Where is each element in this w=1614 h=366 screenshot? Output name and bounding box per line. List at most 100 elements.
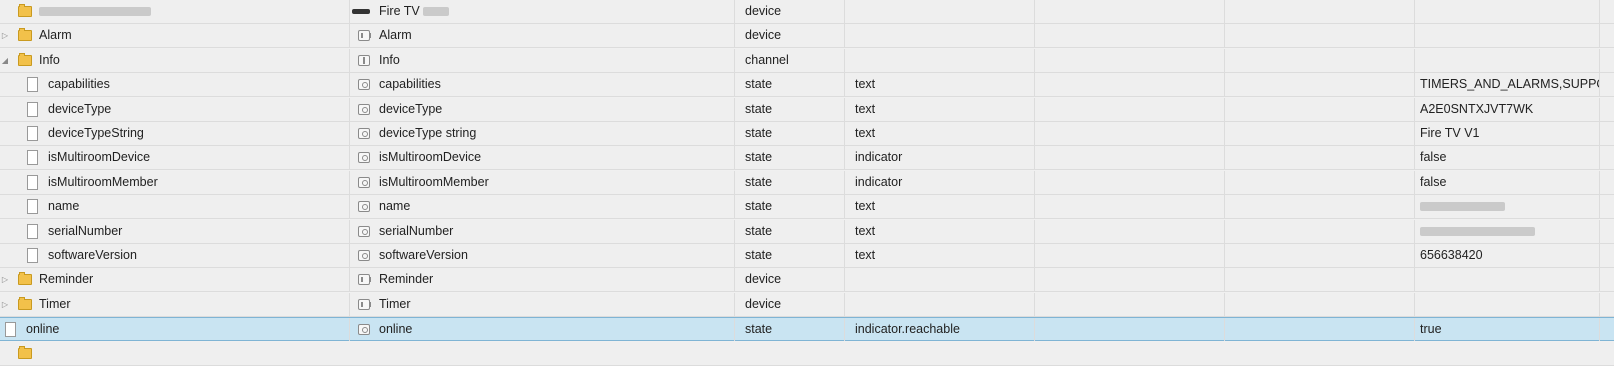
scroll-gutter (1600, 24, 1614, 47)
role-cell (845, 268, 1035, 291)
tree-row[interactable] (0, 342, 1614, 366)
state-type-icon (358, 104, 370, 115)
value-cell[interactable] (1415, 49, 1600, 72)
object-name-text: name (379, 199, 411, 213)
value-cell[interactable]: false (1415, 171, 1600, 194)
room-cell (1035, 171, 1225, 194)
tree-row[interactable]: ◢ Info Info channel (0, 49, 1614, 73)
value-cell[interactable]: 656638420 (1415, 244, 1600, 267)
function-cell (1225, 195, 1415, 218)
room-cell (1035, 122, 1225, 145)
object-name-label: isMultiroomMember (379, 171, 489, 194)
object-name-text: isMultiroomDevice (379, 150, 482, 164)
device-type-icon (358, 30, 371, 41)
object-name-text: Timer (379, 297, 411, 311)
title-cell: capabilities (0, 73, 735, 96)
tree-row[interactable]: ▷ Reminder Reminder device (0, 268, 1614, 292)
room-cell (1035, 98, 1225, 121)
object-name-text: Fire TV (379, 4, 420, 18)
value-cell[interactable]: A2E0SNTXJVT7WK (1415, 98, 1600, 121)
tree-row[interactable]: softwareVersion softwareVersion state text 6… (0, 244, 1614, 268)
type-cell: device (735, 293, 845, 316)
object-name-text: online (379, 322, 413, 336)
value-cell[interactable] (1415, 0, 1600, 23)
tree-row[interactable]: capabilities capabilities state text TIMERS_… (0, 73, 1614, 97)
object-name-label: Reminder (379, 268, 433, 291)
device-type-icon (358, 274, 371, 285)
tree-row[interactable]: deviceTypeString deviceType string state te… (0, 122, 1614, 146)
object-name-text: isMultiroomMember (379, 175, 489, 189)
state-type-icon (358, 226, 370, 237)
tree-row[interactable]: Fire TV device (0, 0, 1614, 24)
role-cell: text (845, 220, 1035, 243)
role-cell: text (845, 122, 1035, 145)
title-cell: Fire TV (0, 0, 735, 23)
title-cell: online (0, 318, 735, 341)
tree-row[interactable]: ▷ Timer Timer device (0, 293, 1614, 317)
tree-row[interactable]: serialNumber serialNumber state text (0, 220, 1614, 244)
function-cell (1225, 122, 1415, 145)
tree-row[interactable]: name name state text (0, 195, 1614, 219)
object-name-label: deviceType string (379, 122, 476, 145)
value-cell[interactable]: TIMERS_AND_ALARMS,SUPPOR (1415, 73, 1600, 96)
title-cell: name (0, 195, 735, 218)
value-cell[interactable]: false (1415, 146, 1600, 169)
scroll-gutter (1600, 244, 1614, 267)
value-cell[interactable] (1415, 293, 1600, 316)
function-cell (1225, 73, 1415, 96)
type-cell: state (735, 122, 845, 145)
type-cell: state (735, 171, 845, 194)
state-type-icon (358, 324, 370, 335)
value-cell[interactable] (1415, 24, 1600, 47)
type-cell: state (735, 244, 845, 267)
object-name-label: online (379, 318, 412, 341)
scroll-gutter (1600, 49, 1614, 72)
room-cell (1035, 293, 1225, 316)
title-cell: Info (0, 49, 735, 72)
scroll-gutter (1600, 146, 1614, 169)
room-cell (1035, 146, 1225, 169)
room-cell (1035, 0, 1225, 23)
tree-row[interactable]: isMultiroomMember isMultiroomMember state i… (0, 171, 1614, 195)
state-type-icon (358, 128, 370, 139)
tree-row[interactable]: ▷ Alarm Alarm device (0, 24, 1614, 48)
value-cell[interactable]: Fire TV V1 (1415, 122, 1600, 145)
role-cell (845, 49, 1035, 72)
state-type-icon (358, 201, 370, 212)
function-cell (1225, 318, 1415, 341)
tree-row[interactable]: isMultiroomDevice isMultiroomDevice state i… (0, 146, 1614, 170)
value-cell[interactable]: true (1415, 318, 1600, 341)
role-cell: indicator (845, 171, 1035, 194)
value-cell[interactable] (1415, 195, 1600, 218)
type-cell: device (735, 0, 845, 23)
object-tree-grid: Fire TV device ▷ Alarm Alarm device ◢ Info Info… (0, 0, 1614, 366)
room-cell (1035, 318, 1225, 341)
function-cell (1225, 220, 1415, 243)
title-cell: isMultiroomDevice (0, 146, 735, 169)
value-cell[interactable] (1415, 268, 1600, 291)
tree-row[interactable]: online online state indicator.reachable true (0, 317, 1614, 341)
tree-row[interactable]: deviceType deviceType state text A2E0SNTXJVT… (0, 98, 1614, 122)
scroll-gutter (1600, 98, 1614, 121)
type-cell: device (735, 24, 845, 47)
title-cell: isMultiroomMember (0, 171, 735, 194)
type-cell: channel (735, 49, 845, 72)
object-name-label: Fire TV (379, 0, 450, 23)
object-name-label: Alarm (379, 24, 412, 47)
function-cell (1225, 244, 1415, 267)
role-cell (845, 293, 1035, 316)
function-cell (1225, 0, 1415, 23)
object-name-label: serialNumber (379, 220, 453, 243)
state-type-icon (358, 250, 370, 261)
object-name-text: deviceType (379, 102, 443, 116)
title-cell: deviceType (0, 98, 735, 121)
role-cell: indicator (845, 146, 1035, 169)
scroll-gutter (1600, 318, 1614, 341)
room-cell (1035, 244, 1225, 267)
value-cell[interactable] (1415, 220, 1600, 243)
object-name-label: capabilities (379, 73, 441, 96)
state-type-icon (358, 79, 370, 90)
type-cell: state (735, 73, 845, 96)
object-name-text: Info (379, 53, 400, 67)
scroll-gutter (1600, 122, 1614, 145)
